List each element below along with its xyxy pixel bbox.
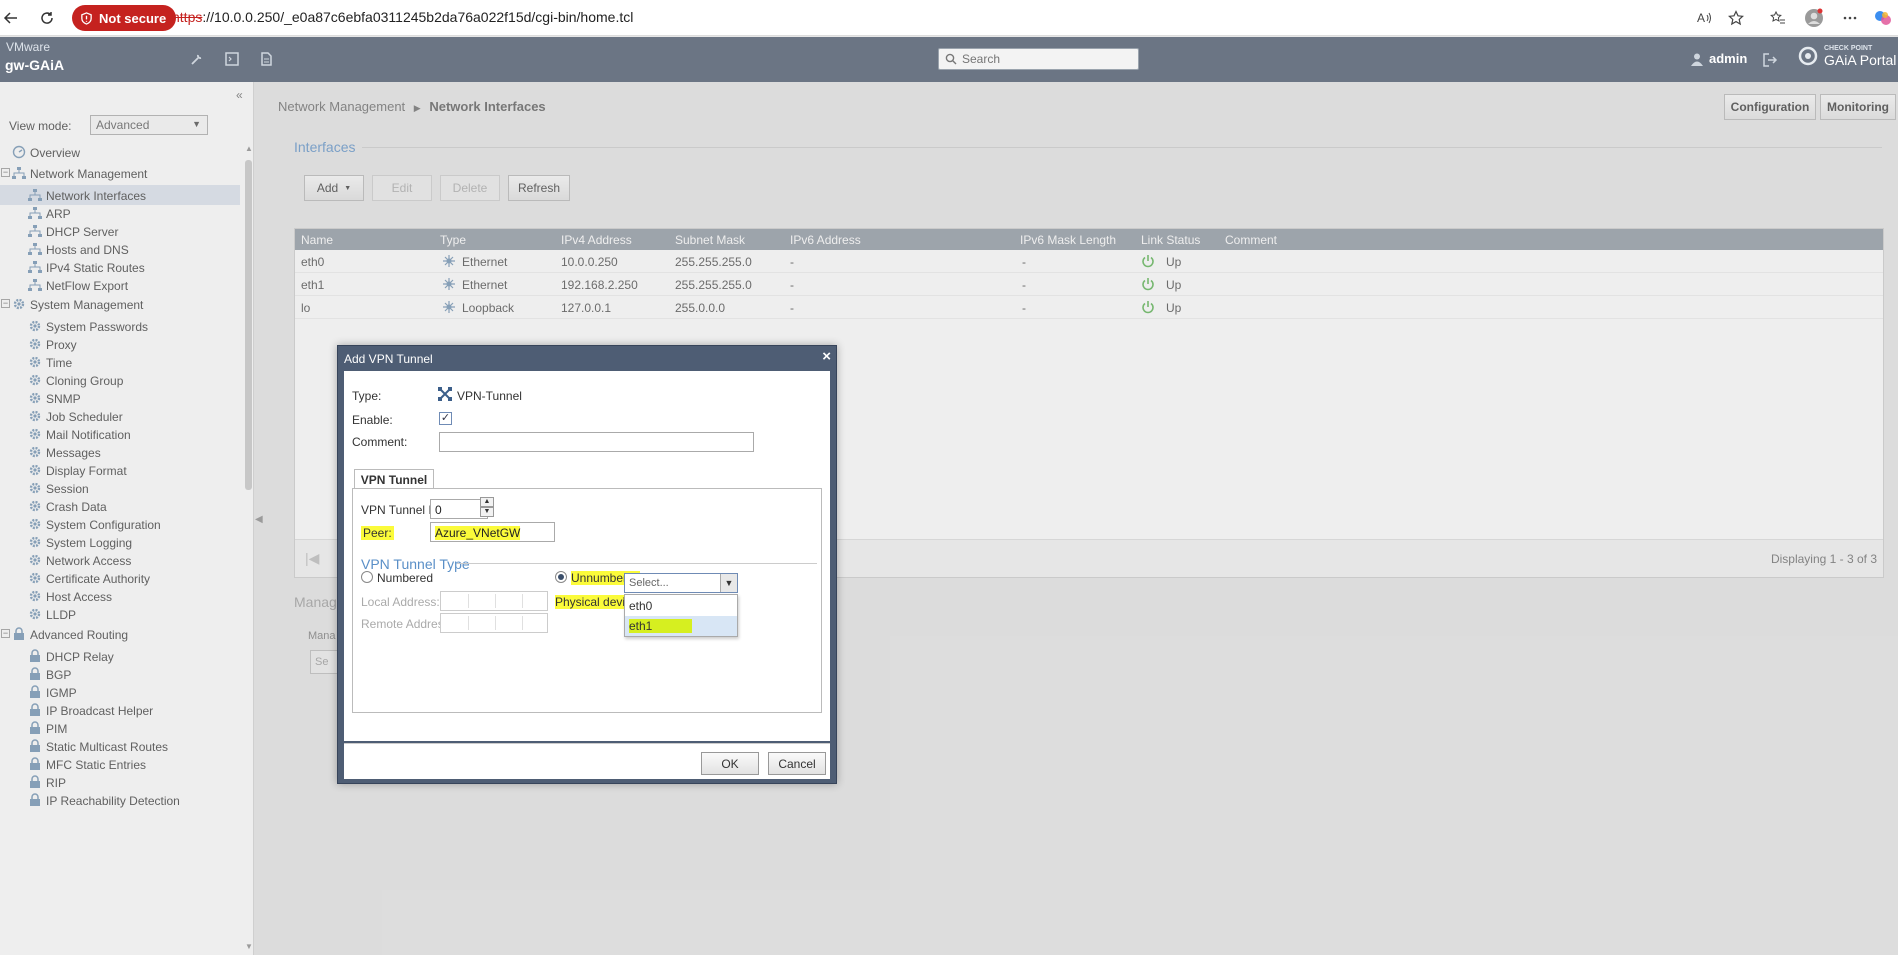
peer-value: Azure_VNetGW [435,526,521,540]
read-aloud-icon[interactable]: A [1693,7,1715,29]
copilot-icon[interactable] [1872,7,1894,29]
portal-title: GAiA Portal [1824,52,1897,68]
unnumbered-radio[interactable] [555,571,567,583]
ok-button[interactable]: OK [701,752,759,775]
not-secure-badge[interactable]: Not secure [72,5,177,31]
user-icon [1691,53,1703,66]
search-box[interactable] [938,48,1139,70]
type-value: VPN-Tunnel [457,389,522,403]
numbered-label: Numbered [377,571,434,585]
search-input[interactable] [962,52,1132,66]
app-header: VMware gw-GAiA admin CHECK POINT GAiA Po… [0,37,1898,82]
enable-checkbox[interactable]: ✓ [439,412,452,425]
vendor-label: VMware [6,40,51,54]
remote-address-input[interactable] [440,613,548,633]
tunnel-type-divider [457,563,817,564]
enable-label: Enable: [352,413,393,427]
vpn-tunnel-tab-panel: VPN Tunnel ID: 0 ▲ ▼ Peer: Azure_VNetGW … [352,488,822,713]
peer-input[interactable]: Azure_VNetGW [430,522,555,542]
document-icon[interactable] [258,51,274,67]
tab-vpn-tunnel[interactable]: VPN Tunnel [354,469,434,489]
add-vpn-tunnel-dialog: Add VPN Tunnel × Type: VPN-Tunnel Enable… [337,345,837,784]
dialog-footer: OK Cancel [344,743,830,779]
type-label: Type: [352,389,382,403]
url-path: ://10.0.0.250/_e0a87c6ebfa0311245b2da76a… [202,9,634,25]
url-scheme: https [172,9,203,25]
numbered-radio[interactable] [361,571,373,583]
hostname-label: gw-GAiA [5,57,65,73]
cancel-button[interactable]: Cancel [768,752,826,775]
search-icon [945,53,957,65]
user-menu[interactable]: admin [1690,51,1747,66]
local-address-label: Local Address: [361,595,440,609]
svg-text:A: A [1697,11,1705,25]
dialog-body: Type: VPN-Tunnel Enable: ✓ Comment: VPN … [344,371,830,741]
gaia-logo-icon [1798,46,1818,66]
warning-shield-icon [81,11,92,25]
modal-overlay [0,82,1898,955]
dropdown-option-eth0[interactable]: eth0 [625,596,737,616]
username-label: admin [1709,51,1748,66]
dropdown-option-eth1[interactable]: eth1 [625,616,737,636]
back-icon[interactable] [0,7,22,29]
wrench-icon[interactable] [189,51,205,67]
favorite-star-icon[interactable] [1725,7,1747,29]
physical-device-placeholder: Select... [629,577,669,589]
physical-device-dropdown: eth0 eth1 [624,594,738,637]
close-icon[interactable]: × [822,348,831,365]
option-label: eth1 [629,619,693,633]
dialog-title: Add VPN Tunnel [344,352,433,366]
peer-label: Peer: [361,526,394,540]
chevron-down-icon[interactable]: ▼ [720,574,737,592]
gaia-portal-logo: CHECK POINT GAiA Portal [1798,45,1896,67]
spin-down-icon[interactable]: ▼ [480,507,494,517]
address-bar[interactable]: https://10.0.0.250/_e0a87c6ebfa0311245b2… [172,9,633,25]
terminal-icon[interactable] [224,51,240,67]
spin-up-icon[interactable]: ▲ [480,497,494,507]
browser-toolbar: Not secure https://10.0.0.250/_e0a87c6eb… [0,0,1898,36]
logout-icon[interactable] [1762,52,1778,68]
physical-device-select[interactable]: Select... ▼ [624,573,738,593]
comment-label: Comment: [352,435,408,449]
local-address-input[interactable] [440,591,548,611]
comment-input[interactable] [439,432,754,452]
option-label: eth0 [629,599,653,613]
favorites-list-icon[interactable] [1767,7,1789,29]
reload-icon[interactable] [36,7,58,29]
profile-avatar-icon[interactable] [1803,7,1825,29]
vpn-tunnel-type-title: VPN Tunnel Type [361,556,470,572]
not-secure-label: Not secure [99,10,167,26]
vpn-tunnel-icon [438,387,452,401]
more-menu-icon[interactable] [1839,7,1861,29]
